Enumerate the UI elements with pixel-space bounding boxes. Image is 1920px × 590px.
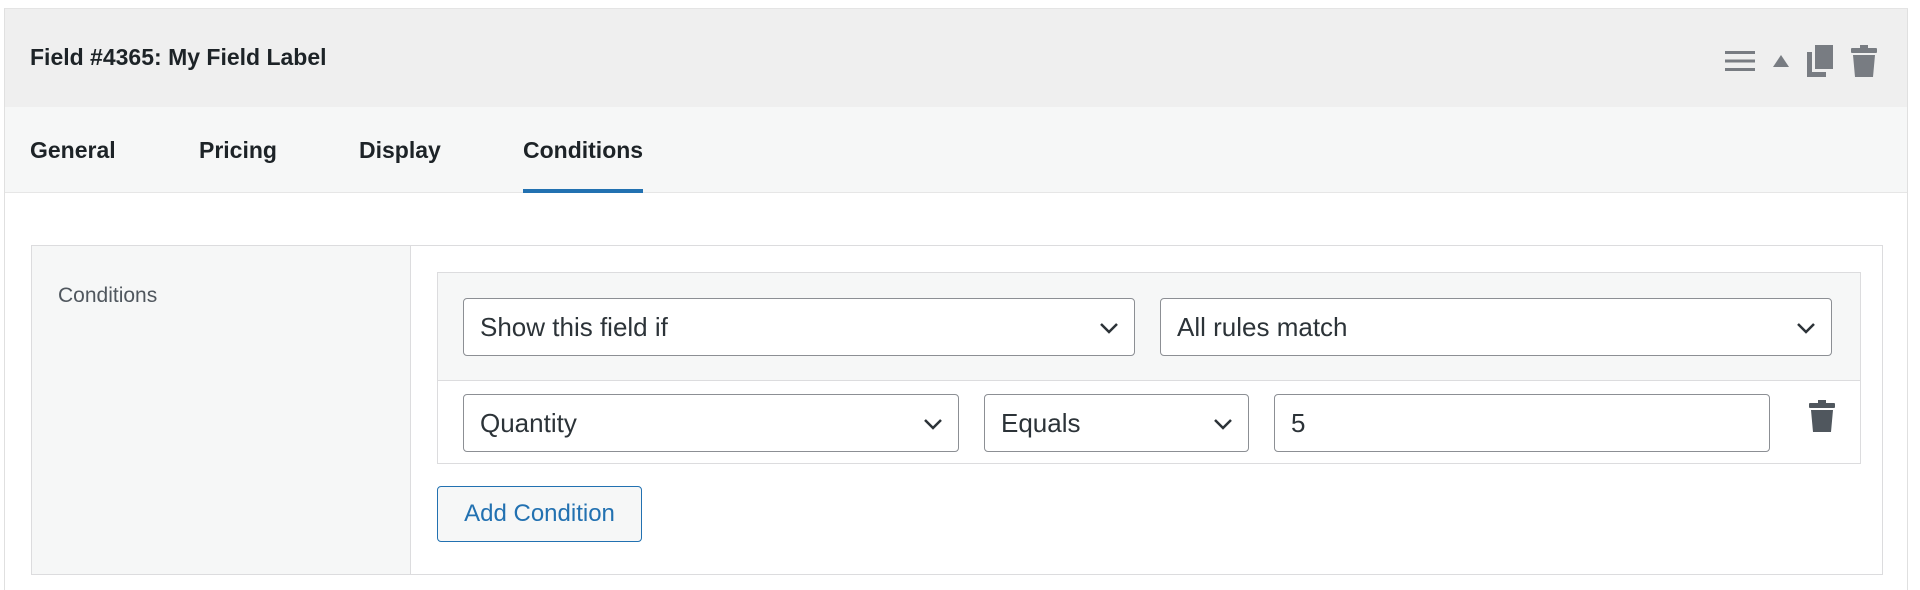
tab-bar: General Pricing Display Conditions [5,107,1907,193]
tab-pricing[interactable]: Pricing [199,107,277,193]
rule-operator-select[interactable]: Equals [984,394,1249,452]
conditions-group: Show this field if All rules match Quant… [437,272,1861,464]
settings-label-column: Conditions [32,246,411,574]
rule-field-value: Quantity [480,407,577,438]
chevron-down-icon [1797,323,1815,334]
collapse-triangle-icon[interactable] [1773,55,1789,67]
header-actions [1707,45,1877,77]
delete-rule-trash-icon[interactable] [1809,400,1835,437]
rule-value-text: 5 [1291,407,1306,438]
field-panel: Field #4365: My Field Label General Pric… [4,8,1908,590]
trash-icon[interactable] [1851,45,1877,77]
conditions-label: Conditions [58,284,158,307]
chevron-down-icon [924,419,942,430]
rule-value-input[interactable]: 5 [1274,394,1770,452]
add-condition-button[interactable]: Add Condition [437,486,642,542]
field-header[interactable]: Field #4365: My Field Label [5,9,1907,107]
conditions-settings: Conditions Show this field if All rules … [31,245,1883,575]
visibility-select-value: Show this field if [480,311,668,342]
match-select-value: All rules match [1177,311,1348,342]
tab-conditions[interactable]: Conditions [523,107,644,193]
conditions-group-header: Show this field if All rules match [438,273,1860,381]
duplicate-icon[interactable] [1807,45,1833,77]
chevron-down-icon [1214,419,1232,430]
rule-operator-value: Equals [1001,407,1081,438]
menu-icon[interactable] [1725,50,1755,72]
tab-display[interactable]: Display [359,107,441,193]
rule-field-select[interactable]: Quantity [463,394,959,452]
visibility-select[interactable]: Show this field if [463,298,1135,356]
chevron-down-icon [1100,323,1118,334]
match-select[interactable]: All rules match [1160,298,1832,356]
tab-general[interactable]: General [30,107,116,193]
field-title: Field #4365: My Field Label [30,44,327,70]
